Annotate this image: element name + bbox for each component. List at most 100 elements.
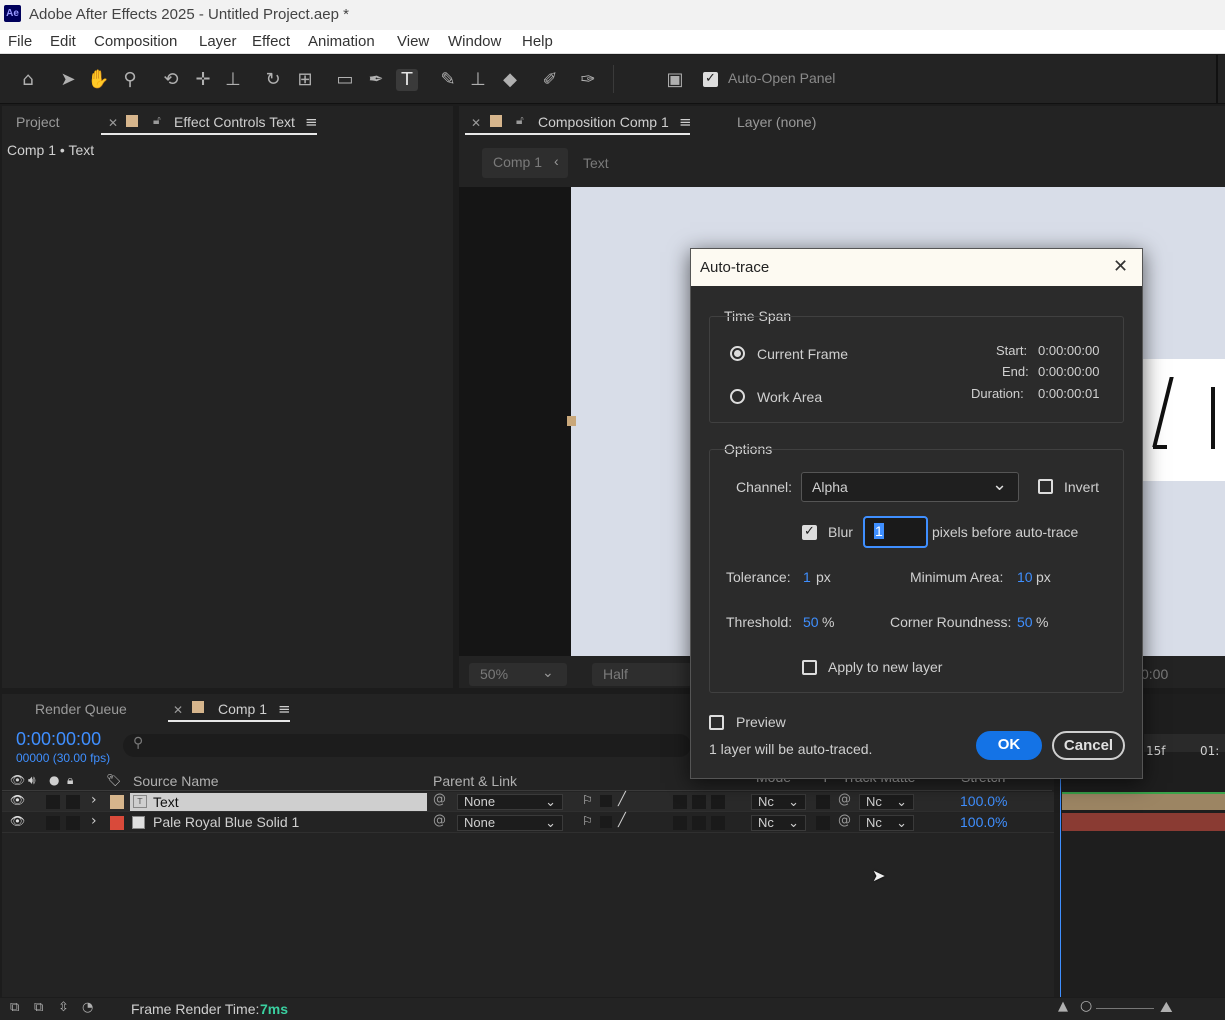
- invert-label[interactable]: Invert: [1064, 479, 1099, 495]
- preserve-transparency-toggle[interactable]: [816, 795, 830, 809]
- layer-label-color[interactable]: [110, 816, 124, 830]
- crumb-comp[interactable]: Comp 1 ‹: [482, 148, 568, 178]
- adjustment-toggle[interactable]: [711, 795, 725, 809]
- playhead[interactable]: [1060, 778, 1061, 997]
- quality-icon[interactable]: ╱: [618, 813, 626, 828]
- pan-camera-icon[interactable]: ✛: [192, 69, 214, 91]
- tab-comp[interactable]: Comp 1: [218, 701, 267, 717]
- eye-icon[interactable]: 👁︎: [10, 814, 25, 828]
- brush-tool-icon[interactable]: ✎: [437, 69, 459, 91]
- clone-stamp-icon[interactable]: ⊥: [467, 69, 489, 91]
- audio-icon[interactable]: 🔊︎: [28, 773, 36, 788]
- blur-checkbox[interactable]: [802, 524, 817, 540]
- zoom-out-icon[interactable]: ▲: [1058, 999, 1068, 1014]
- preserve-transparency-toggle[interactable]: [816, 816, 830, 830]
- blur-label[interactable]: Blur: [828, 524, 853, 540]
- tab-layer[interactable]: Layer (none): [737, 114, 816, 130]
- tab-composition[interactable]: Composition Comp 1: [538, 114, 669, 130]
- rectangle-tool-icon[interactable]: ▭: [334, 69, 356, 91]
- pan-behind-icon[interactable]: ⊞: [294, 69, 316, 91]
- close-icon[interactable]: ✕: [1113, 256, 1128, 277]
- lock-icon[interactable]: 🔓︎: [153, 113, 161, 128]
- mode-dropdown[interactable]: Nc ⌄: [751, 815, 806, 831]
- work-area-radio[interactable]: [730, 389, 745, 404]
- blur-input[interactable]: 1: [863, 516, 928, 548]
- quality-icon[interactable]: ╱: [618, 792, 626, 807]
- chevron-right-icon[interactable]: ›: [91, 813, 97, 829]
- preview-checkbox[interactable]: [709, 715, 724, 730]
- chevron-right-icon[interactable]: ›: [91, 792, 97, 808]
- close-icon[interactable]: ✕: [471, 116, 481, 130]
- preview-label[interactable]: Preview: [736, 714, 786, 730]
- zoom-slider-handle[interactable]: ○: [1080, 998, 1092, 1014]
- roto-brush-icon[interactable]: ✐: [539, 69, 561, 91]
- close-icon[interactable]: ✕: [108, 116, 118, 130]
- lock-icon[interactable]: 🔓︎: [516, 113, 524, 128]
- parent-dropdown[interactable]: None ⌄: [457, 794, 563, 810]
- layer-name[interactable]: Pale Royal Blue Solid 1: [153, 814, 299, 830]
- col-source-name[interactable]: Source Name: [133, 773, 219, 789]
- stretch-value[interactable]: 100.0%: [960, 793, 1007, 809]
- zoom-tool-icon[interactable]: ⚲: [119, 69, 141, 91]
- channel-dropdown[interactable]: Alpha ⌄: [801, 472, 1019, 502]
- stretch-value[interactable]: 100.0%: [960, 814, 1007, 830]
- track-matte-dropdown[interactable]: Nc ⌄: [859, 815, 914, 831]
- zoom-slider[interactable]: [1096, 1008, 1154, 1009]
- min-area-value[interactable]: 10: [1017, 569, 1033, 585]
- tab-project[interactable]: Project: [16, 114, 60, 130]
- track-matte-dropdown[interactable]: Nc ⌄: [859, 794, 914, 810]
- eraser-icon[interactable]: ◆: [499, 69, 521, 91]
- zoom-dropdown[interactable]: 50% ⌄: [469, 663, 567, 686]
- resolution-dropdown[interactable]: Half: [592, 663, 692, 686]
- layer-label-color[interactable]: [110, 795, 124, 809]
- auto-open-checkbox[interactable]: [703, 71, 718, 87]
- motion-blur-toggle[interactable]: [692, 795, 706, 809]
- tab-effect-controls[interactable]: Effect Controls Text: [174, 114, 295, 130]
- pickwhip-icon[interactable]: @: [433, 792, 446, 807]
- apply-new-layer-checkbox[interactable]: [802, 660, 817, 675]
- time-ruler[interactable]: 15f 01:: [1144, 734, 1225, 758]
- comp-flowchart-icon[interactable]: ⧉: [10, 1000, 19, 1015]
- tolerance-value[interactable]: 1: [803, 569, 811, 585]
- panel-menu-icon[interactable]: ≡: [278, 700, 291, 718]
- menu-edit[interactable]: Edit: [50, 33, 76, 50]
- pen-tool-icon[interactable]: ✒: [365, 69, 387, 91]
- menu-layer[interactable]: Layer: [199, 33, 237, 50]
- close-icon[interactable]: ✕: [173, 703, 183, 717]
- layer-bar-solid[interactable]: [1062, 813, 1225, 831]
- tab-render-queue[interactable]: Render Queue: [35, 701, 127, 717]
- menu-animation[interactable]: Animation: [308, 33, 375, 50]
- zoom-in-icon[interactable]: ⛰: [1160, 998, 1173, 1016]
- label-icon[interactable]: 🏷︎: [106, 773, 121, 787]
- mode-dropdown[interactable]: Nc ⌄: [751, 794, 806, 810]
- puppet-pin-icon[interactable]: ✑: [577, 69, 599, 91]
- invert-checkbox[interactable]: [1038, 479, 1053, 494]
- layer-bar-text[interactable]: [1062, 792, 1225, 810]
- home-icon[interactable]: ⌂: [17, 69, 39, 91]
- crumb-layer[interactable]: Text: [583, 155, 609, 171]
- col-parent-link[interactable]: Parent & Link: [433, 773, 517, 789]
- pickwhip-icon[interactable]: @: [838, 792, 851, 807]
- orbit-camera-icon[interactable]: ⟲: [160, 69, 182, 91]
- panel-icon[interactable]: ▣: [664, 69, 686, 91]
- corner-roundness-value[interactable]: 50: [1017, 614, 1033, 630]
- ok-button[interactable]: OK: [976, 731, 1042, 760]
- menu-window[interactable]: Window: [448, 33, 501, 50]
- menu-composition[interactable]: Composition: [94, 33, 177, 50]
- render-toggle-icon[interactable]: ⧉: [34, 1000, 43, 1015]
- menu-file[interactable]: File: [8, 33, 32, 50]
- adjustment-toggle[interactable]: [711, 816, 725, 830]
- current-frame-radio[interactable]: [730, 346, 745, 361]
- collapse-toggle[interactable]: [600, 795, 612, 807]
- hand-tool-icon[interactable]: ✋: [87, 69, 109, 91]
- solo-toggle[interactable]: [46, 795, 60, 809]
- current-time-readout[interactable]: 0:00: [1141, 666, 1168, 682]
- dolly-camera-icon[interactable]: ⊥: [222, 69, 244, 91]
- layer-name-field[interactable]: T Text: [130, 793, 427, 811]
- graph-editor-icon[interactable]: ◔: [82, 1000, 93, 1015]
- solo-icon[interactable]: ●: [49, 773, 59, 787]
- type-tool-icon[interactable]: T: [396, 69, 418, 91]
- pickwhip-icon[interactable]: @: [838, 813, 851, 828]
- lock-icon[interactable]: 🔒︎: [67, 773, 73, 788]
- collapse-toggle[interactable]: [600, 816, 612, 828]
